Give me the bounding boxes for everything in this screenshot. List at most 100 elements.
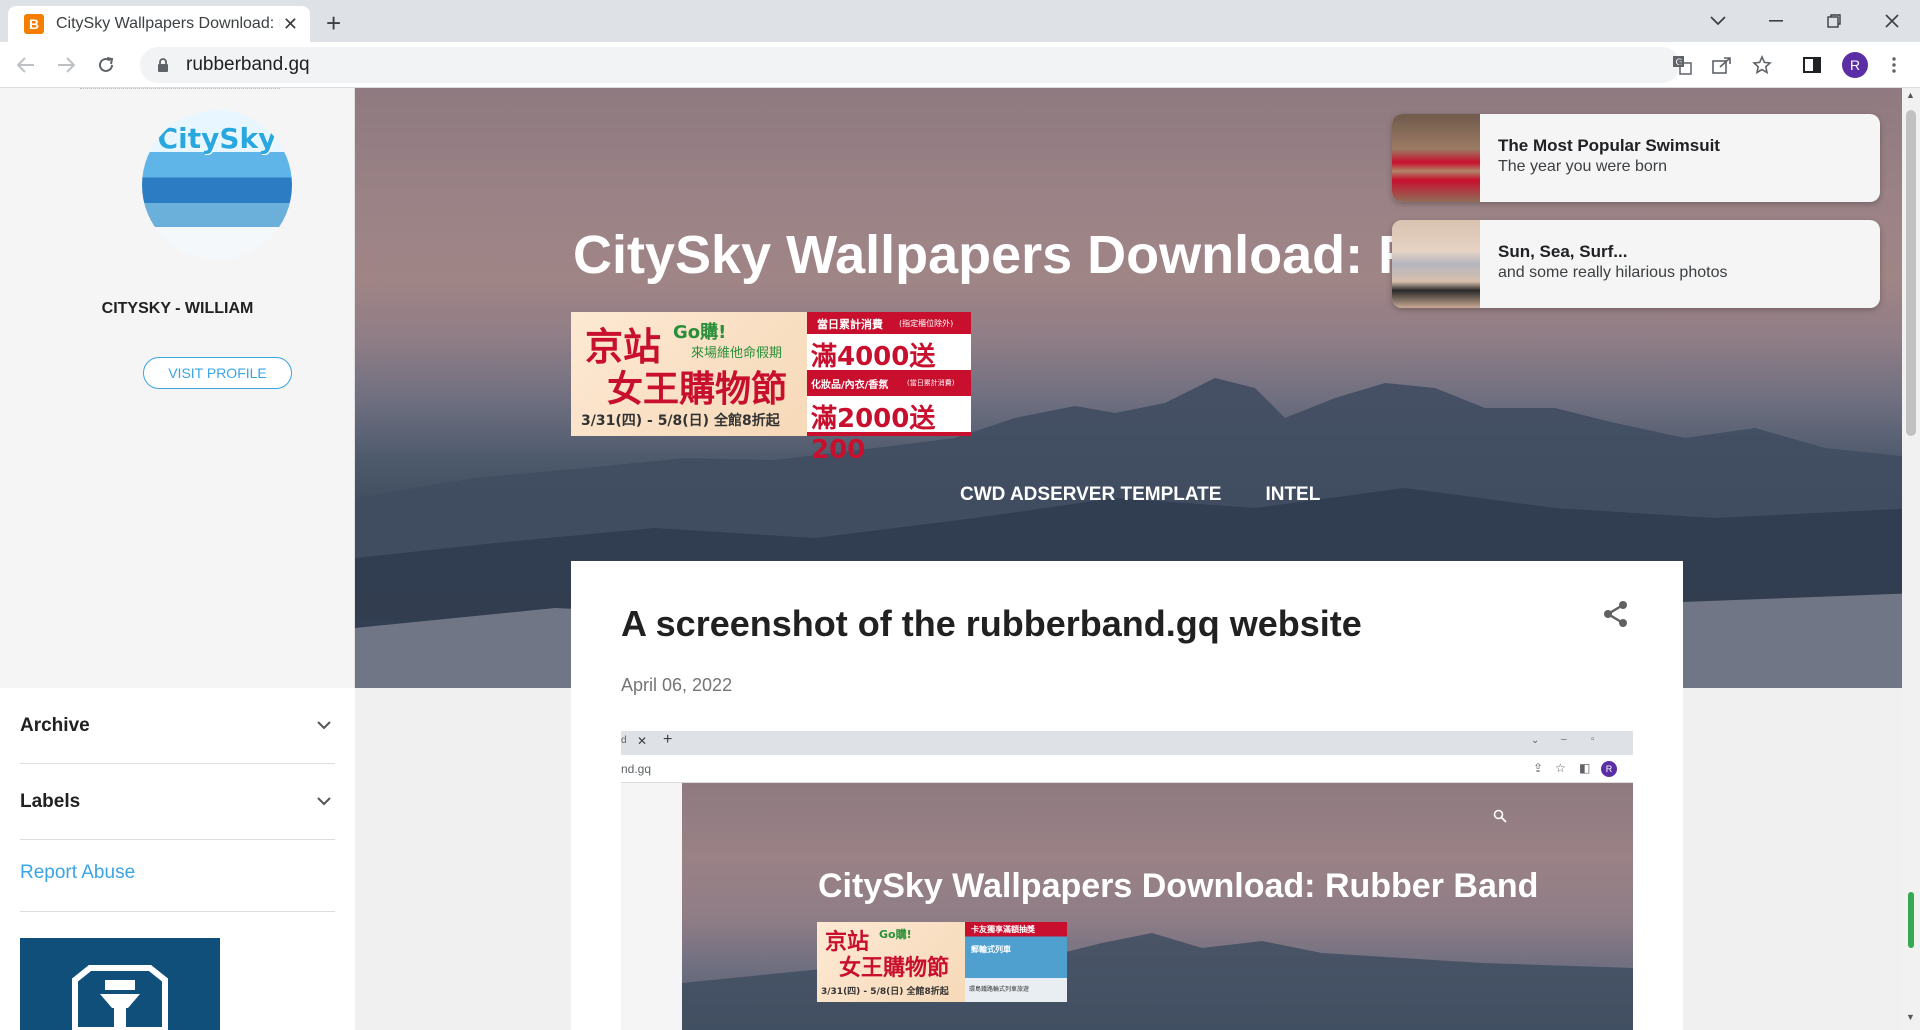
inner-header: CitySky Wallpapers Download: Rubber Band…: [682, 783, 1633, 1030]
inner-tab-fragment: d: [621, 735, 627, 746]
profile-avatar[interactable]: R: [1842, 52, 1868, 78]
promo-thumbnail-swimsuit: [1392, 114, 1480, 202]
promo-subtitle: The year you were born: [1498, 158, 1667, 175]
ad-right-panel: 當日累計消費 (指定櫃位除外) 滿4000送200 化妝品/內衣/香氛 (當日累…: [807, 312, 971, 465]
badge-image[interactable]: [20, 938, 220, 1030]
inner-ad-right-top: 卡友獨享滿額抽獎: [971, 925, 1035, 934]
inner-sidebar: [621, 783, 682, 1030]
nav-cwd-adserver-template[interactable]: CWD ADSERVER TEMPLATE: [960, 484, 1221, 506]
ad-deal1: 滿4000送200: [811, 342, 936, 403]
nav-intel[interactable]: INTEL: [1265, 484, 1320, 506]
ad-right-note: (指定櫃位除外): [899, 319, 954, 328]
ad-right-top: 當日累計消費: [817, 318, 883, 331]
ad-right-mid: 化妝品/內衣/香氛: [811, 380, 889, 391]
new-tab-button[interactable]: +: [326, 8, 341, 39]
inner-blog-title: CitySky Wallpapers Download: Rubber Band: [818, 867, 1539, 905]
chevron-down-icon[interactable]: [313, 715, 335, 737]
side-panel-icon[interactable]: [1798, 51, 1826, 79]
browser-toolbar: rubberband.gq G R: [0, 42, 1920, 88]
ad-banner[interactable]: 京站 Go購! 來場維他命假期 女王購物節 3/31(四) - 5/8(日) 全…: [571, 312, 971, 465]
scroll-marker: [1908, 892, 1914, 948]
reload-button[interactable]: [92, 51, 120, 79]
inner-ad-right-mid: 郵輪式列車: [971, 945, 1011, 954]
blog-nav: CWD ADSERVER TEMPLATE INTEL: [960, 484, 1320, 506]
inner-ad-right-bottom: 環島鐵路輪式列車旅遊: [969, 986, 1030, 993]
inner-ad-go: Go購!: [879, 928, 912, 941]
promo-tile[interactable]: Sun, Sea, Surf... and some really hilari…: [1392, 220, 1880, 308]
inner-ad-event: 女王購物節: [839, 956, 950, 981]
tab-search-icon[interactable]: [1688, 0, 1748, 42]
back-button[interactable]: [12, 51, 40, 79]
page-viewport: CitySky Wallpapers Download: Rubber Band…: [0, 88, 1920, 1030]
ad-event: 女王購物節: [607, 369, 788, 410]
inner-urlbar: nd.gq ⇪ ☆ ◧ R: [621, 755, 1633, 783]
share-page-icon[interactable]: [1708, 51, 1736, 79]
promo-thumbnail-beach: [1392, 220, 1480, 308]
share-icon[interactable]: [1601, 599, 1631, 629]
labels-title: Labels: [20, 790, 81, 812]
blogger-favicon-icon: B: [24, 14, 44, 34]
address-bar[interactable]: rubberband.gq: [140, 47, 1680, 83]
labels-widget[interactable]: Labels: [20, 764, 335, 840]
ad-go: Go購!: [673, 322, 727, 343]
menu-kebab-icon[interactable]: [1880, 51, 1908, 79]
inner-sidepanel-icon: ◧: [1579, 761, 1591, 775]
forward-button[interactable]: [52, 51, 80, 79]
tab-title: CitySky Wallpapers Download: Rubber Band: [56, 15, 280, 32]
avatar-logo-text: CitySky: [157, 122, 277, 155]
sidebar-widgets: Archive Labels Report Abuse: [0, 688, 355, 1030]
profile-image[interactable]: CitySky: [142, 110, 292, 260]
tab-close-icon[interactable]: ✕: [283, 14, 298, 35]
visit-profile-button[interactable]: VISIT PROFILE: [143, 357, 292, 389]
inner-ad-banner: 京站 Go購! 女王購物節 3/31(四) - 5/8(日) 全館8折起 卡友獨…: [817, 922, 1067, 1002]
promo-title: Sun, Sea, Surf...: [1498, 242, 1628, 261]
sidebar: CitySky CITYSKY - WILLIAM VISIT PROFILE …: [0, 88, 355, 1030]
tab-strip: B CitySky Wallpapers Download: Rubber Ba…: [0, 0, 1920, 42]
ad-left-panel: 京站 Go購! 來場維他命假期 女王購物節 3/31(四) - 5/8(日) 全…: [571, 312, 807, 436]
chevron-down-icon[interactable]: [313, 791, 335, 813]
ad-tagline: 來場維他命假期: [691, 346, 783, 361]
url-text[interactable]: rubberband.gq: [186, 54, 310, 76]
close-window-button[interactable]: [1862, 0, 1920, 42]
profile-name[interactable]: CITYSKY - WILLIAM: [0, 300, 355, 318]
post-screenshot-image[interactable]: d ✕ + ⌄ – ▫ nd.gq ⇪ ☆ ◧ R CitySky Wallpa…: [621, 731, 1633, 1030]
inner-tabbar: d ✕ + ⌄ – ▫: [621, 731, 1633, 755]
promo-subtitle: and some really hilarious photos: [1498, 264, 1728, 281]
scroll-down-icon[interactable]: ▼: [1906, 1012, 1915, 1022]
inner-tab-close-icon: ✕: [637, 734, 648, 748]
lock-icon[interactable]: [154, 58, 172, 72]
inner-new-tab-icon: +: [663, 731, 673, 748]
restore-button[interactable]: [1804, 0, 1864, 42]
inner-chevron-icon: ⌄: [1531, 735, 1540, 746]
archive-widget[interactable]: Archive: [20, 688, 335, 764]
bookmark-star-icon[interactable]: [1748, 51, 1776, 79]
ad-deal2-box: 滿2000送200: [807, 396, 971, 465]
minimize-button[interactable]: [1746, 0, 1806, 42]
inner-url-fragment: nd.gq: [621, 762, 652, 776]
ad-deal2: 滿2000送200: [811, 404, 936, 465]
report-abuse-link[interactable]: Report Abuse: [20, 834, 335, 912]
inner-ad-dates: 3/31(四) - 5/8(日) 全館8折起: [821, 987, 949, 997]
inner-avatar: R: [1601, 761, 1617, 777]
post-title[interactable]: A screenshot of the rubberband.gq websit…: [621, 603, 1362, 645]
post-date: April 06, 2022: [621, 675, 733, 695]
inner-ad-left: 京站 Go購! 女王購物節 3/31(四) - 5/8(日) 全館8折起: [817, 922, 965, 1002]
scrollbar-thumb[interactable]: [1906, 110, 1916, 436]
ad-right-mid-note: (當日累計消費): [907, 379, 955, 387]
post-card: A screenshot of the rubberband.gq websit…: [571, 561, 1683, 1030]
inner-restore-icon: ▫: [1591, 734, 1595, 745]
inner-search-icon: [1493, 809, 1507, 828]
browser-tab[interactable]: B CitySky Wallpapers Download: Rubber Ba…: [8, 6, 310, 42]
ad-deal1-box: 滿4000送200: [807, 334, 971, 403]
archive-title: Archive: [20, 714, 90, 736]
inner-minimize-icon: –: [1561, 734, 1567, 745]
inner-ad-right: 卡友獨享滿額抽獎 郵輪式列車 環島鐵路輪式列車旅遊: [965, 922, 1067, 1002]
trophy-icon: [72, 965, 168, 1030]
promo-tile[interactable]: The Most Popular Swimsuit The year you w…: [1392, 114, 1880, 202]
inner-star-icon: ☆: [1555, 761, 1566, 775]
scroll-up-icon[interactable]: ▲: [1906, 90, 1915, 100]
promo-title: The Most Popular Swimsuit: [1498, 136, 1720, 155]
ad-dates: 3/31(四) - 5/8(日) 全館8折起: [581, 413, 780, 429]
page-scrollbar[interactable]: ▲ ▼: [1902, 88, 1920, 1030]
translate-icon[interactable]: G: [1668, 51, 1696, 79]
